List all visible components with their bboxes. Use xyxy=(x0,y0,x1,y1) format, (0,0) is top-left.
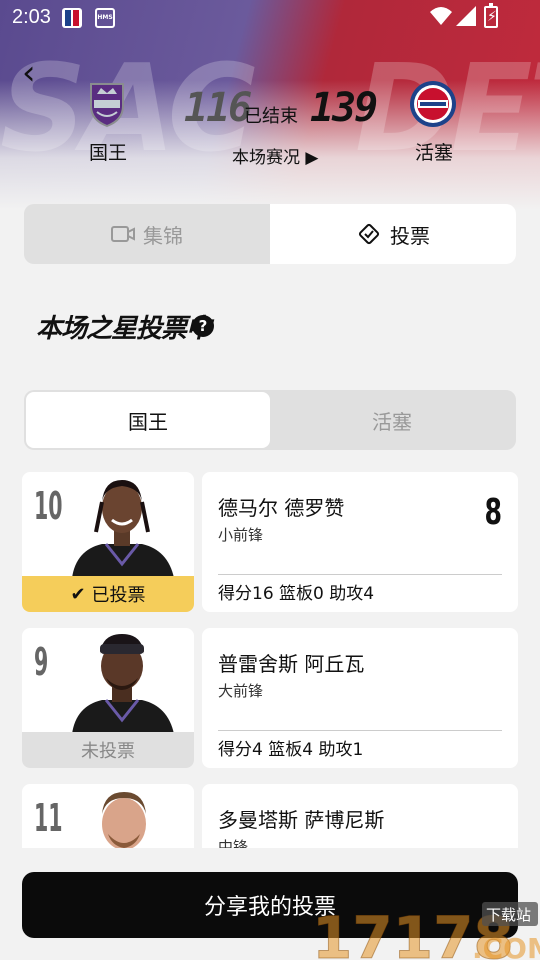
player-info: 德马尔 德罗赞 小前锋 8 得分16 篮板0 助攻4 xyxy=(202,472,518,612)
content-tabs: 集锦 投票 xyxy=(24,204,516,264)
tab-vote[interactable]: 投票 xyxy=(270,204,516,264)
player-name: 德马尔 德罗赞 xyxy=(218,496,345,520)
player-card[interactable]: 9 未投票 普雷舍斯 阿丘瓦 大前锋 得分4 篮板4 助攻1 xyxy=(22,628,518,768)
player-name: 多曼塔斯 萨博尼斯 xyxy=(218,808,385,832)
player-info: 普雷舍斯 阿丘瓦 大前锋 得分4 篮板4 助攻1 xyxy=(202,628,518,768)
game-detail-link[interactable]: 本场赛况 ▶ xyxy=(232,143,318,168)
watermark-badge: 下载站 xyxy=(486,906,531,924)
home-score: 116 xyxy=(184,85,252,131)
battery-icon: ⚡ xyxy=(484,3,498,28)
tab-vote-label: 投票 xyxy=(390,223,430,248)
toggle-home-team[interactable]: 国王 xyxy=(26,392,270,448)
game-status: 已结束 xyxy=(244,106,298,127)
video-icon xyxy=(111,226,135,242)
signal-icon xyxy=(456,6,476,26)
tab-highlights[interactable]: 集锦 xyxy=(24,204,270,264)
player-vote-count: 8 xyxy=(484,492,502,533)
wifi-icon xyxy=(430,7,452,25)
jersey-number: 10 xyxy=(34,484,63,528)
toggle-away-team[interactable]: 活塞 xyxy=(270,392,514,448)
status-bar: 2:03 HMS ⚡ xyxy=(0,0,540,36)
status-time: 2:03 xyxy=(12,6,51,28)
jersey-number: 9 xyxy=(34,640,49,684)
vote-status-voted: ✔ 已投票 xyxy=(22,576,194,612)
player-stats: 得分4 篮板4 助攻1 xyxy=(218,740,364,760)
watermark-logo: 17178 下载站 .COM xyxy=(312,902,540,960)
player-position: 大前锋 xyxy=(218,682,264,700)
vote-status-not-voted: 未投票 xyxy=(22,732,194,768)
back-button[interactable]: ‹ xyxy=(22,56,52,92)
kings-logo-icon xyxy=(90,83,124,128)
vote-ticket-icon xyxy=(358,223,380,245)
section-title: 本场之星投票中 xyxy=(36,314,212,344)
home-team-name: 国王 xyxy=(89,142,128,164)
vote-status-label: 已投票 xyxy=(91,585,146,606)
team-toggle: 国王 活塞 xyxy=(24,390,516,450)
player-photo-box: 9 未投票 xyxy=(22,628,194,768)
player-photo xyxy=(72,480,174,578)
pistons-logo-icon xyxy=(410,81,456,127)
check-icon: ✔ xyxy=(70,583,86,605)
player-stats: 得分16 篮板0 助攻4 xyxy=(218,584,375,604)
hms-icon: HMS xyxy=(95,8,115,28)
player-name: 普雷舍斯 阿丘瓦 xyxy=(218,652,365,676)
tab-highlights-label: 集锦 xyxy=(143,223,183,248)
divider xyxy=(218,574,502,575)
jersey-number: 11 xyxy=(34,796,63,840)
player-card[interactable]: 10 ✔ 已投票 德马尔 德罗赞 小前锋 8 得分16 篮板0 助攻4 xyxy=(22,472,518,612)
nba-app-icon xyxy=(62,8,82,28)
away-team-name: 活塞 xyxy=(415,142,454,164)
player-position: 小前锋 xyxy=(218,526,264,544)
player-photo-box: 10 ✔ 已投票 xyxy=(22,472,194,612)
player-photo xyxy=(72,634,174,734)
watermark-suffix: .COM xyxy=(472,932,540,960)
help-icon[interactable]: ? xyxy=(192,315,214,337)
away-score: 139 xyxy=(310,85,378,131)
divider xyxy=(218,730,502,731)
